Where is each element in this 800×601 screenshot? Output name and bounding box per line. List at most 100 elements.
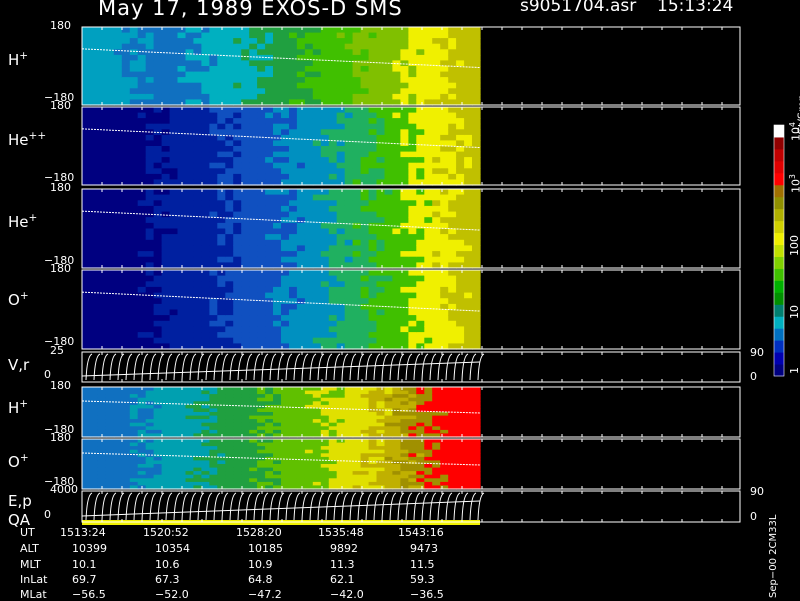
heatmap-cell bbox=[241, 77, 250, 83]
heatmap-cell bbox=[114, 315, 123, 321]
heatmap-cell bbox=[385, 38, 394, 44]
heatmap-cell bbox=[217, 223, 226, 229]
heatmap-cell bbox=[193, 217, 202, 223]
heatmap-cell bbox=[130, 118, 139, 124]
heatmap-cell bbox=[416, 163, 425, 169]
heatmap-cell bbox=[361, 426, 370, 430]
heatmap-cell bbox=[217, 281, 226, 287]
heatmap-cell bbox=[233, 240, 242, 246]
heatmap-cell bbox=[106, 446, 115, 450]
heatmap-cell bbox=[146, 257, 155, 263]
heatmap-cell bbox=[98, 446, 107, 450]
heatmap-cell bbox=[98, 412, 107, 416]
heatmap-cell bbox=[122, 107, 131, 113]
heatmap-cell bbox=[170, 118, 179, 124]
heatmap-cell bbox=[392, 423, 401, 427]
heatmap-cell bbox=[162, 401, 171, 405]
heatmap-cell bbox=[305, 298, 314, 304]
heatmap-cell bbox=[162, 229, 171, 235]
trace-curve bbox=[142, 493, 148, 520]
heatmap-cell bbox=[472, 55, 481, 61]
heatmap-cell bbox=[154, 426, 163, 430]
heatmap-cell bbox=[241, 146, 250, 152]
heatmap-cell bbox=[241, 94, 250, 100]
heatmap-cell bbox=[416, 475, 425, 479]
heatmap-cell bbox=[408, 113, 417, 119]
heatmap-cell bbox=[472, 245, 481, 251]
heatmap-cell bbox=[257, 245, 266, 251]
heatmap-cell bbox=[337, 66, 346, 72]
heatmap-cell bbox=[305, 212, 314, 218]
heatmap-cell bbox=[201, 113, 210, 119]
heatmap-cell bbox=[225, 450, 234, 454]
heatmap-cell bbox=[225, 460, 234, 464]
trace-curve bbox=[446, 354, 452, 380]
heatmap-cell bbox=[114, 124, 123, 130]
heatmap-cell bbox=[106, 38, 115, 44]
heatmap-cell bbox=[345, 200, 354, 206]
heatmap-cell bbox=[385, 33, 394, 39]
heatmap-cell bbox=[472, 478, 481, 482]
heatmap-cell bbox=[408, 475, 417, 479]
heatmap-cell bbox=[345, 293, 354, 299]
heatmap-cell bbox=[114, 251, 123, 257]
heatmap-cell bbox=[416, 49, 425, 55]
panel-label-4-text: V,r bbox=[8, 356, 29, 374]
heatmap-cell bbox=[138, 129, 147, 135]
heatmap-cell bbox=[408, 234, 417, 240]
heatmap-cell bbox=[217, 245, 226, 251]
heatmap-cell bbox=[98, 124, 107, 130]
heatmap-cell bbox=[313, 174, 322, 180]
heatmap-cell bbox=[448, 293, 457, 299]
heatmap-cell bbox=[464, 298, 473, 304]
heatmap-cell bbox=[289, 276, 298, 282]
heatmap-cell bbox=[241, 298, 250, 304]
heatmap-cell bbox=[82, 401, 91, 405]
heatmap-cell bbox=[130, 321, 139, 327]
heatmap-cell bbox=[162, 88, 171, 94]
heatmap-cell bbox=[225, 276, 234, 282]
heatmap-cell bbox=[217, 310, 226, 316]
colorbar-label-text: Ct/Smp bbox=[796, 94, 800, 134]
heatmap-cell bbox=[249, 212, 258, 218]
heatmap-cell bbox=[361, 251, 370, 257]
heatmap-cell bbox=[432, 124, 441, 130]
heatmap-cell bbox=[297, 240, 306, 246]
heatmap-cell bbox=[416, 135, 425, 141]
heatmap-cell bbox=[289, 326, 298, 332]
heatmap-cell bbox=[361, 478, 370, 482]
heatmap-cell bbox=[193, 55, 202, 61]
heatmap-cell bbox=[448, 287, 457, 293]
heatmap-cell bbox=[385, 163, 394, 169]
heatmap-cell bbox=[369, 38, 378, 44]
heatmap-cell bbox=[90, 464, 99, 468]
heatmap-cell bbox=[178, 229, 187, 235]
ephemeris-value-text: −52.0 bbox=[155, 588, 189, 601]
heatmap-cell bbox=[106, 478, 115, 482]
heatmap-cell bbox=[400, 118, 409, 124]
heatmap-cell bbox=[448, 401, 457, 405]
heatmap-cell bbox=[90, 223, 99, 229]
panel-label-5-superscript: + bbox=[19, 398, 28, 410]
heatmap-cell bbox=[329, 88, 338, 94]
heatmap-cell bbox=[432, 412, 441, 416]
y-tick-max-3-text: 180 bbox=[50, 262, 71, 275]
heatmap-cell bbox=[313, 229, 322, 235]
heatmap-cell bbox=[233, 245, 242, 251]
heatmap-cell bbox=[209, 240, 218, 246]
heatmap-cell bbox=[201, 408, 210, 412]
heatmap-cell bbox=[408, 217, 417, 223]
heatmap-cell bbox=[432, 398, 441, 402]
heatmap-cell bbox=[321, 229, 330, 235]
heatmap-cell bbox=[186, 49, 195, 55]
heatmap-cell bbox=[385, 66, 394, 72]
heatmap-cell bbox=[201, 304, 210, 310]
heatmap-cell bbox=[432, 270, 441, 276]
heatmap-cell bbox=[265, 475, 274, 479]
heatmap-cell bbox=[345, 146, 354, 152]
heatmap-cell bbox=[329, 315, 338, 321]
heatmap-cell bbox=[337, 163, 346, 169]
heatmap-cell bbox=[456, 240, 465, 246]
heatmap-cell bbox=[170, 270, 179, 276]
heatmap-cell bbox=[369, 257, 378, 263]
